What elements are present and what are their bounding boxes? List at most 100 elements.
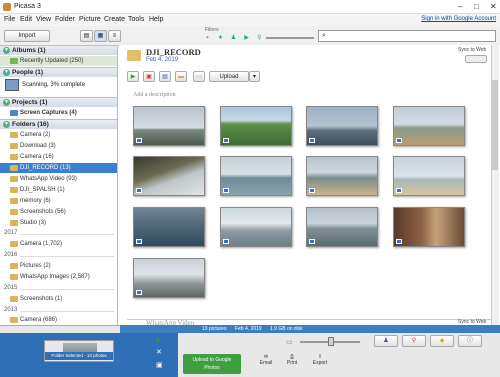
photo-thumbnail[interactable] bbox=[306, 156, 378, 196]
folder-date[interactable]: Feb 4, 2019 bbox=[146, 57, 178, 63]
email-button[interactable]: ✉ Email bbox=[258, 354, 274, 366]
filter-star-icon[interactable]: ★ bbox=[215, 34, 226, 43]
folder-item[interactable]: Screenshots (1) bbox=[0, 294, 117, 304]
folder-item[interactable]: WhatsApp Images (2,587) bbox=[0, 272, 117, 282]
folder-description-input[interactable]: Add a description bbox=[133, 92, 176, 98]
photo-thumbnail[interactable] bbox=[133, 207, 205, 247]
import-button[interactable]: Import bbox=[4, 30, 50, 42]
menu-file[interactable]: File bbox=[4, 16, 15, 23]
folder-icon bbox=[10, 263, 18, 269]
photo-thumbnail[interactable] bbox=[133, 106, 205, 146]
add-to-album-icon[interactable]: ▣ bbox=[156, 361, 163, 369]
menu-folder[interactable]: Folder bbox=[55, 16, 75, 23]
photo-thumbnail[interactable] bbox=[393, 106, 465, 146]
sync-toggle[interactable] bbox=[465, 55, 487, 63]
clear-icon[interactable]: ✕ bbox=[156, 348, 162, 356]
menu-edit[interactable]: Edit bbox=[20, 16, 32, 23]
sidebar-item-recently-updated[interactable]: Recently Updated (250) bbox=[0, 56, 117, 66]
movie-icon[interactable]: ▣ bbox=[143, 71, 155, 82]
filter-all-icon[interactable]: ▪ bbox=[202, 34, 213, 43]
upload-dropdown-icon[interactable]: ▾ bbox=[249, 71, 260, 82]
people-pane-icon[interactable]: ♟ bbox=[374, 335, 398, 347]
video-badge-icon bbox=[396, 239, 402, 244]
print-button[interactable]: ⎙ Print bbox=[284, 354, 300, 366]
close-icon[interactable]: ✕ bbox=[490, 2, 497, 11]
albums-header[interactable]: ▼ Albums (1) bbox=[0, 45, 117, 55]
menu-picture[interactable]: Picture bbox=[79, 16, 101, 23]
year-divider bbox=[20, 311, 114, 312]
photo-thumbnail[interactable] bbox=[220, 207, 292, 247]
tree-view-icon[interactable]: ≡ bbox=[108, 30, 121, 42]
photo-thumbnail[interactable] bbox=[133, 258, 205, 298]
folder-item[interactable]: Pictures (2) bbox=[0, 261, 117, 271]
export-button[interactable]: ⇪ Export bbox=[310, 354, 330, 366]
photo-thumbnail[interactable] bbox=[220, 156, 292, 196]
person-avatar[interactable] bbox=[5, 79, 19, 91]
menu-tools[interactable]: Tools bbox=[128, 16, 144, 23]
play-slideshow-icon[interactable]: ▶ bbox=[127, 71, 139, 82]
folder-item-label: WhatsApp Video (93) bbox=[20, 176, 77, 182]
video-badge-icon bbox=[223, 138, 229, 143]
folder-item[interactable]: Studio (3) bbox=[0, 218, 117, 228]
video-badge-icon bbox=[136, 290, 142, 295]
year-label: 2013 bbox=[4, 307, 18, 313]
albums-header-label: Albums (1) bbox=[12, 47, 46, 54]
project-icon bbox=[10, 110, 18, 116]
folder-item[interactable]: Camera (2) bbox=[0, 130, 117, 140]
collapse-icon: ▼ bbox=[3, 47, 10, 54]
properties-pane-icon[interactable]: ⓘ bbox=[458, 335, 482, 347]
collage-icon[interactable]: ▤ bbox=[159, 71, 171, 82]
folder-item-selected[interactable]: DJI_RECORD (13) bbox=[0, 163, 117, 173]
folder-item[interactable]: Camera (16) bbox=[0, 152, 117, 162]
filter-people-icon[interactable]: ♟ bbox=[228, 34, 239, 43]
hold-icon[interactable]: ● bbox=[156, 337, 160, 344]
filter-video-icon[interactable]: ▶ bbox=[241, 34, 252, 43]
scrollbar-thumb[interactable] bbox=[492, 80, 498, 170]
photo-thumbnail[interactable] bbox=[393, 156, 465, 196]
year-label: 2017 bbox=[4, 230, 18, 236]
photo-thumbnail[interactable] bbox=[306, 207, 378, 247]
photo-thumbnail[interactable] bbox=[133, 156, 205, 196]
year-divider bbox=[20, 289, 114, 290]
folder-title[interactable]: DJI_RECORD bbox=[146, 47, 201, 57]
selection-tray[interactable]: Folder Selected - 13 photos bbox=[44, 340, 114, 362]
list-view-icon[interactable]: ▤ bbox=[80, 30, 93, 42]
projects-header[interactable]: ▼ Projects (1) bbox=[0, 97, 117, 107]
tags-pane-icon[interactable]: ◆ bbox=[430, 335, 454, 347]
slider-handle[interactable] bbox=[328, 337, 334, 346]
minimize-icon[interactable]: – bbox=[458, 2, 462, 11]
video-badge-icon bbox=[223, 239, 229, 244]
grid-view-icon[interactable]: ▦ bbox=[94, 30, 107, 42]
folder-share-icon[interactable]: ▬ bbox=[175, 71, 187, 82]
menu-view[interactable]: View bbox=[36, 16, 51, 23]
filter-geotag-icon[interactable]: ⚲ bbox=[254, 34, 265, 43]
photo-thumbnail[interactable] bbox=[306, 106, 378, 146]
sidebar-item-screen-captures[interactable]: Screen Captures (4) bbox=[0, 108, 117, 118]
folder-icon bbox=[10, 132, 18, 138]
save-icon[interactable]: ▭ bbox=[193, 71, 205, 82]
video-badge-icon bbox=[309, 138, 315, 143]
search-input[interactable]: ⌕ bbox=[318, 30, 496, 42]
folder-item[interactable]: Camera (1,702) bbox=[0, 239, 117, 249]
menu-help[interactable]: Help bbox=[149, 16, 163, 23]
folder-item[interactable]: memory (6) bbox=[0, 196, 117, 206]
photo-thumbnail[interactable] bbox=[220, 106, 292, 146]
people-header[interactable]: ▼ People (1) bbox=[0, 67, 117, 77]
upload-button[interactable]: Upload bbox=[209, 71, 249, 82]
menu-create[interactable]: Create bbox=[104, 16, 125, 23]
year-divider bbox=[20, 256, 114, 257]
sign-in-link[interactable]: Sign in with Google Account bbox=[421, 16, 496, 22]
photo-thumbnail[interactable] bbox=[393, 207, 465, 247]
folder-item[interactable]: Camera (686) bbox=[0, 315, 117, 325]
places-pane-icon[interactable]: ⚲ bbox=[402, 335, 426, 347]
maximize-icon[interactable]: □ bbox=[474, 2, 479, 11]
folder-item[interactable]: Download (3) bbox=[0, 141, 117, 151]
filter-date-slider[interactable] bbox=[266, 37, 314, 39]
upload-to-google-photos-button[interactable]: Upload to Google Photos bbox=[183, 354, 241, 374]
folders-header[interactable]: ▼ Folders (16) bbox=[0, 119, 117, 129]
folder-item[interactable]: WhatsApp Video (93) bbox=[0, 174, 117, 184]
video-badge-icon bbox=[396, 188, 402, 193]
folder-icon bbox=[10, 198, 18, 204]
folder-item[interactable]: Screenshots (56) bbox=[0, 207, 117, 217]
folder-item[interactable]: DJI_SPALSH (1) bbox=[0, 185, 117, 195]
